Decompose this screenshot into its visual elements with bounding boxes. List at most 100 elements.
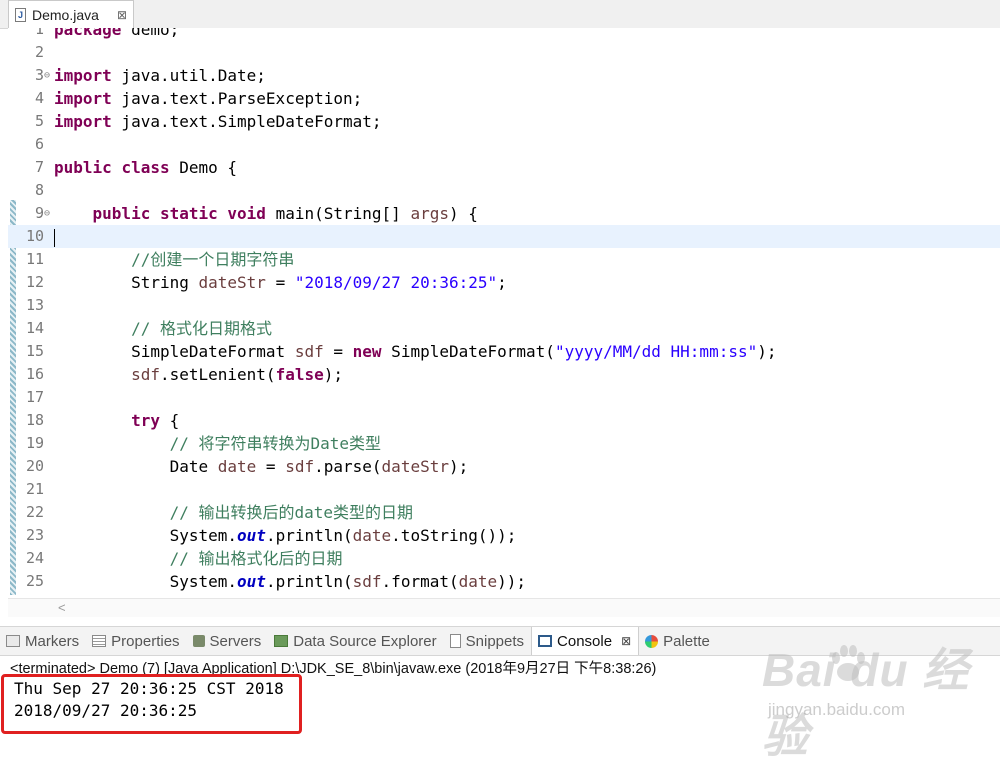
line-number: 11 [25, 250, 44, 268]
code-token: date [217, 457, 257, 476]
code-editor[interactable]: 1 package demo; 2 3 ⊖ import java.util.Date; 4… [8, 28, 1000, 598]
palette-icon [645, 634, 659, 648]
code-line[interactable]: 8 [8, 179, 1000, 202]
tab-markers[interactable]: Markers [0, 627, 86, 655]
servers-icon [192, 635, 205, 647]
code-text: // 输出格式化后的日期 [54, 547, 343, 570]
line-number: 10 [25, 227, 44, 245]
code-token: ); [323, 365, 343, 384]
code-token: class [121, 158, 170, 177]
tab-data-source-explorer[interactable]: Data Source Explorer [268, 627, 443, 655]
code-token: { [159, 411, 180, 430]
line-number: 4 [34, 89, 44, 107]
tab-servers[interactable]: Servers [187, 627, 269, 655]
code-line[interactable]: 13 [8, 294, 1000, 317]
line-number: 3 [34, 66, 44, 84]
code-token: ; [497, 273, 507, 292]
code-token: ); [448, 457, 469, 476]
code-token: public [92, 204, 151, 223]
code-token: .setLenient( [159, 365, 276, 384]
code-token: import [54, 112, 112, 131]
code-line[interactable]: 4 import java.text.ParseException; [8, 87, 1000, 110]
code-line[interactable]: 5 import java.text.SimpleDateFormat; [8, 110, 1000, 133]
close-icon[interactable]: ⊠ [117, 8, 127, 22]
code-token: sdf [294, 342, 324, 361]
tab-properties[interactable]: Properties [86, 627, 186, 655]
horizontal-scrollbar[interactable]: < [8, 598, 1000, 617]
code-token: Demo { [169, 158, 238, 177]
code-token: main(String[] [265, 204, 411, 223]
current-line[interactable]: 10 [8, 225, 1000, 248]
baidu-watermark: Bai du 经验 jingyan.baidu.com [762, 632, 998, 762]
code-line[interactable]: 14 // 格式化日期格式 [8, 317, 1000, 340]
line-number: 13 [25, 296, 44, 314]
line-number: 21 [25, 480, 44, 498]
code-token: java.text.SimpleDateFormat; [111, 112, 382, 131]
code-token: static [159, 204, 218, 223]
code-text: public static void main(String[] args) { [54, 202, 478, 225]
code-token: "yyyy/MM/dd HH:mm:ss" [554, 342, 758, 361]
code-line[interactable]: 22 // 输出转换后的date类型的日期 [8, 501, 1000, 524]
line-number: 24 [25, 549, 44, 567]
code-line[interactable]: 12 String dateStr = "2018/09/27 20:36:25… [8, 271, 1000, 294]
code-token: .println( [265, 526, 353, 545]
scroll-left-icon[interactable]: < [58, 599, 66, 617]
code-line[interactable]: 1 package demo; [8, 28, 1000, 41]
code-token: sdf [352, 572, 382, 591]
data-source-icon [274, 635, 289, 647]
editor-tab-label: Demo.java [32, 6, 99, 23]
tab-label: Properties [111, 632, 180, 650]
code-text: System.out.println(sdf.format(date)); [54, 570, 526, 593]
tab-console[interactable]: Console ⊠ [531, 627, 640, 655]
code-line[interactable]: 19 // 将字符串转换为Date类型 [8, 432, 1000, 455]
editor-tab-demo-java[interactable]: J Demo.java ⊠ [8, 0, 134, 28]
code-token: false [275, 365, 324, 384]
code-token: = [256, 457, 286, 476]
code-line[interactable]: 7 public class Demo { [8, 156, 1000, 179]
fold-toggle-icon[interactable]: ⊖ [44, 202, 50, 225]
code-token: SimpleDateFormat( [381, 342, 555, 361]
code-line[interactable]: 3 ⊖ import java.util.Date; [8, 64, 1000, 87]
editor-tab-bar: J Demo.java ⊠ [0, 0, 1000, 29]
code-line[interactable]: 20 Date date = sdf.parse(dateStr); [8, 455, 1000, 478]
code-token: )); [497, 572, 527, 591]
code-token: System. [54, 572, 238, 591]
close-icon[interactable]: ⊠ [621, 634, 631, 648]
code-text: sdf.setLenient(false); [54, 363, 343, 386]
line-number: 25 [25, 572, 44, 590]
code-line[interactable]: 2 [8, 41, 1000, 64]
code-line[interactable]: 16 sdf.setLenient(false); [8, 363, 1000, 386]
code-token: sdf [131, 365, 160, 384]
code-line[interactable]: 11 //创建一个日期字符串 [8, 248, 1000, 271]
tab-label: Console [557, 632, 613, 650]
code-line[interactable]: 25 System.out.println(sdf.format(date)); [8, 570, 1000, 593]
code-token: // 将字符串转换为Date类型 [169, 434, 382, 453]
tab-label: Servers [209, 632, 262, 650]
tab-snippets[interactable]: Snippets [444, 627, 531, 655]
code-line[interactable]: 17 [8, 386, 1000, 409]
line-number: 22 [25, 503, 44, 521]
code-line[interactable]: 23 System.out.println(date.toString()); [8, 524, 1000, 547]
code-token: //创建一个日期字符串 [131, 250, 295, 269]
code-token: public [54, 158, 112, 177]
code-text: try { [54, 409, 179, 432]
line-number: 18 [25, 411, 44, 429]
code-line[interactable]: 6 [8, 133, 1000, 156]
code-token: args [410, 204, 449, 223]
code-token: // 格式化日期格式 [131, 319, 272, 338]
code-token: date [458, 572, 498, 591]
code-line[interactable]: 15 SimpleDateFormat sdf = new SimpleDate… [8, 340, 1000, 363]
code-token: System. [54, 526, 238, 545]
tab-palette[interactable]: Palette [639, 627, 717, 655]
code-line[interactable]: 24 // 输出格式化后的日期 [8, 547, 1000, 570]
code-text: System.out.println(date.toString()); [54, 524, 517, 547]
code-line[interactable]: 9 ⊖ public static void main(String[] args… [8, 202, 1000, 225]
code-text: import java.text.SimpleDateFormat; [54, 110, 382, 133]
fold-toggle-icon[interactable]: ⊖ [44, 64, 50, 87]
code-line[interactable]: 18 try { [8, 409, 1000, 432]
code-token: out [237, 526, 266, 545]
code-line[interactable]: 21 [8, 478, 1000, 501]
